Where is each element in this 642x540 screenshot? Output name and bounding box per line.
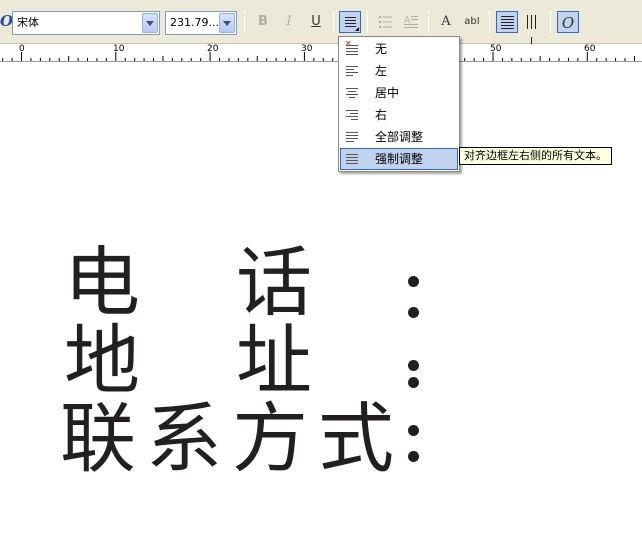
text-char: 址 xyxy=(236,316,312,405)
colon-mark xyxy=(408,425,420,485)
vertical-text-icon xyxy=(526,15,540,51)
text-char: 式 xyxy=(318,394,394,483)
toolbar-separator xyxy=(244,11,245,33)
force-justify-icon xyxy=(346,153,358,165)
tooltip: 对齐边框左右侧的所有文本。 xyxy=(459,147,612,165)
edit-text-frame-button[interactable]: A xyxy=(435,11,457,33)
text-char: 系 xyxy=(146,394,222,483)
horizontal-align-button[interactable] xyxy=(339,11,361,33)
dropdown-corner-icon xyxy=(355,27,359,31)
align-left-icon xyxy=(346,65,358,77)
ruler-label-20: 20 xyxy=(207,44,219,54)
toolbar-separator xyxy=(333,11,334,33)
vertical-text-button[interactable] xyxy=(522,11,544,51)
horizontal-text-button[interactable] xyxy=(496,11,518,33)
character-formatting-button[interactable]: O xyxy=(557,11,579,33)
toolbar-separator xyxy=(550,11,551,33)
justify-full-icon xyxy=(346,131,358,143)
font-size-combo[interactable]: 231.79... xyxy=(165,11,237,35)
toolbar-separator xyxy=(428,11,429,33)
menu-item-label: 无 xyxy=(375,42,388,56)
align-right-icon xyxy=(346,109,358,121)
chevron-down-icon[interactable] xyxy=(219,13,235,33)
ruler-label-60: 60 xyxy=(584,44,596,54)
font-type-icon: O xyxy=(0,12,14,30)
text-char: 联 xyxy=(60,394,136,483)
bold-button[interactable]: B xyxy=(252,11,274,33)
drop-cap-icon: A xyxy=(404,16,418,28)
ruler-ticks xyxy=(2,52,635,61)
text-frame-icon: A xyxy=(441,14,451,29)
ruler-label-30: 30 xyxy=(301,44,313,54)
font-name-value: 宋体 xyxy=(17,16,39,29)
text-char: 话 xyxy=(236,238,312,327)
menu-item-label: 左 xyxy=(375,64,388,78)
edit-text-button[interactable]: abI xyxy=(461,11,483,33)
text-char: 地 xyxy=(64,316,140,405)
toolbar-separator xyxy=(489,11,490,33)
text-line-phone[interactable]: 电 话 xyxy=(62,243,422,323)
ruler-label-50: 50 xyxy=(490,44,502,54)
text-line-contact[interactable]: 联 系 方 式 xyxy=(60,394,422,483)
toolbar-separator xyxy=(367,11,368,33)
menu-item-align-none[interactable]: ✕ 无 xyxy=(340,38,458,60)
align-dropdown-menu: ✕ 无 左 居中 右 全部调整 强制调整 xyxy=(338,36,460,172)
text-line-address[interactable]: 地 址 xyxy=(62,321,422,401)
menu-item-force-justify[interactable]: 强制调整 xyxy=(340,148,458,170)
drop-cap-button[interactable]: A xyxy=(400,11,422,33)
edit-text-label: abI xyxy=(464,16,480,27)
font-name-combo[interactable]: 宋体 xyxy=(12,11,160,35)
align-center-icon xyxy=(346,87,358,99)
close-icon: ✕ xyxy=(345,39,352,48)
menu-item-label: 居中 xyxy=(375,86,400,100)
ruler-label-0: 0 xyxy=(19,44,25,54)
horizontal-ruler[interactable]: 0 10 20 30 50 60 xyxy=(0,44,642,62)
text-char: 方 xyxy=(232,394,308,483)
menu-item-align-left[interactable]: 左 xyxy=(340,60,458,82)
menu-item-align-right[interactable]: 右 xyxy=(340,104,458,126)
text-char: 电 xyxy=(64,238,140,327)
menu-item-label: 右 xyxy=(375,108,388,122)
menu-item-label: 强制调整 xyxy=(375,152,424,166)
menu-item-label: 全部调整 xyxy=(375,130,424,144)
italic-button[interactable]: I xyxy=(278,11,300,33)
property-toolbar: O 宋体 231.79... B I U A A abI O xyxy=(0,0,642,51)
ruler-label-10: 10 xyxy=(113,44,125,54)
font-size-value: 231.79... xyxy=(170,16,219,29)
horizontal-text-icon xyxy=(501,16,514,29)
menu-item-align-center[interactable]: 居中 xyxy=(340,82,458,104)
chevron-down-icon[interactable] xyxy=(142,13,158,33)
underline-button[interactable]: U xyxy=(305,11,327,33)
bullet-list-button[interactable] xyxy=(374,11,396,33)
drawing-canvas[interactable]: 电 话 地 址 联 系 方 式 xyxy=(0,63,642,540)
bullet-list-icon xyxy=(378,15,392,29)
menu-item-justify-full[interactable]: 全部调整 xyxy=(340,126,458,148)
